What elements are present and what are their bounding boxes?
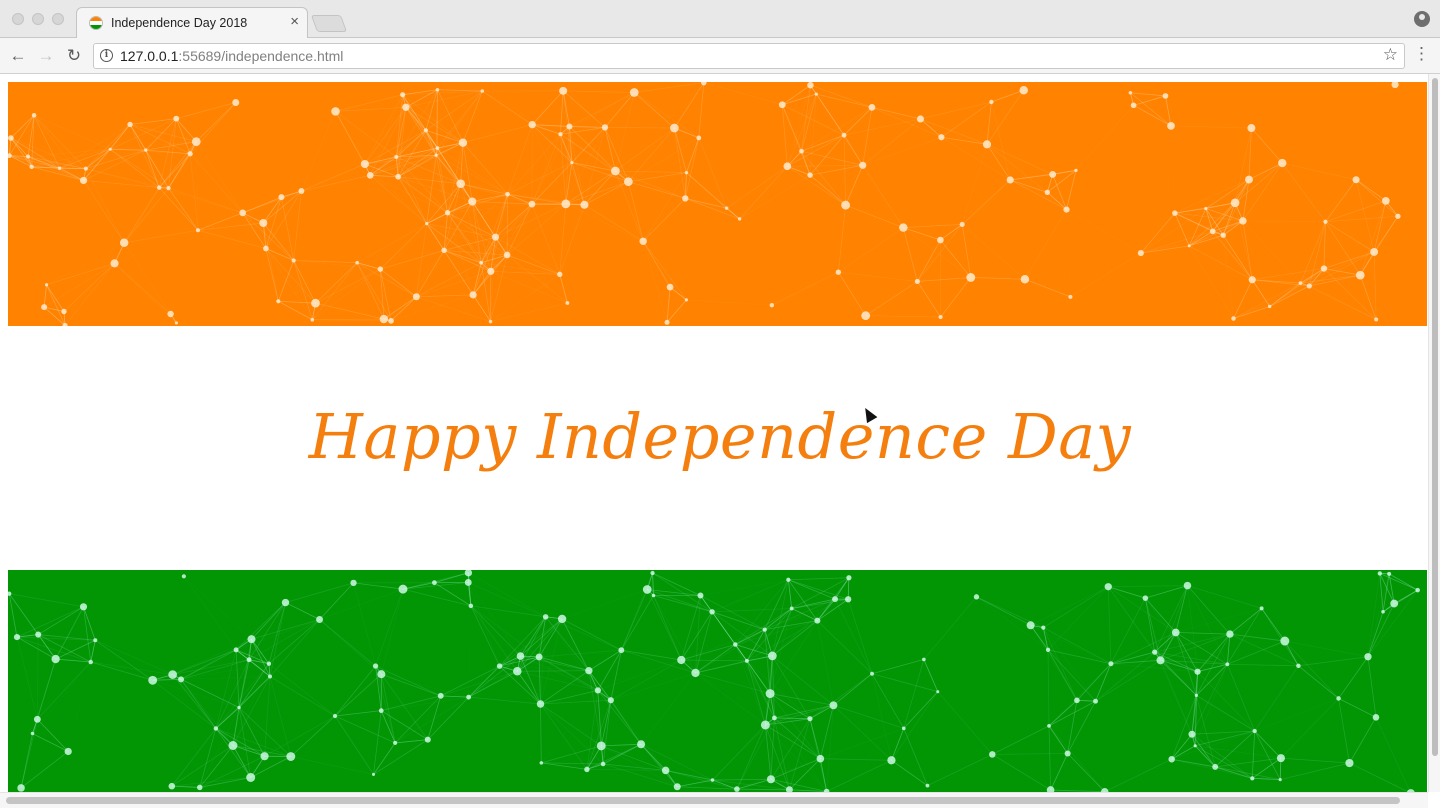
zoom-window-icon[interactable] [52,13,64,25]
close-window-icon[interactable] [12,13,24,25]
reload-icon[interactable]: ↻ [63,45,85,67]
bookmark-star-icon[interactable]: ☆ [1383,45,1398,65]
url-path: :55689/independence.html [178,48,344,64]
horizontal-scrollbar[interactable] [0,792,1428,808]
tab-strip: Independence Day 2018 × [0,0,1440,38]
profile-icon[interactable] [1414,11,1430,27]
info-icon[interactable]: i [100,49,113,62]
address-bar[interactable]: i 127.0.0.1:55689/independence.html ☆ [93,43,1405,69]
tab-title: Independence Day 2018 [111,16,248,30]
green-band [8,570,1427,794]
horizontal-scrollbar-thumb[interactable] [6,797,1400,804]
page-headline: Happy Independence Day [308,400,1132,473]
minimize-window-icon[interactable] [32,13,44,25]
particle-network-top [8,82,1401,326]
page-viewport: Happy Independence Day [0,74,1440,808]
menu-kebab-icon[interactable]: ⋮ [1413,44,1430,64]
saffron-band [8,82,1427,326]
browser-toolbar: ← → ↻ i 127.0.0.1:55689/independence.htm… [0,38,1440,74]
vertical-scrollbar-thumb[interactable] [1432,78,1438,756]
forward-arrow-icon[interactable]: → [35,45,57,67]
vertical-scrollbar[interactable] [1428,74,1440,792]
tab-close-icon[interactable]: × [290,13,299,31]
url-host: 127.0.0.1 [120,48,179,64]
url-text[interactable]: 127.0.0.1:55689/independence.html [120,48,343,64]
particle-network-bottom [8,570,1420,794]
new-tab-button[interactable] [310,15,348,32]
tab-independence-day[interactable]: Independence Day 2018 × [76,7,308,38]
browser-window: Independence Day 2018 × ← → ↻ i 127.0.0.… [0,0,1440,808]
back-arrow-icon[interactable]: ← [7,45,29,67]
tricolor-favicon-icon [89,16,103,30]
